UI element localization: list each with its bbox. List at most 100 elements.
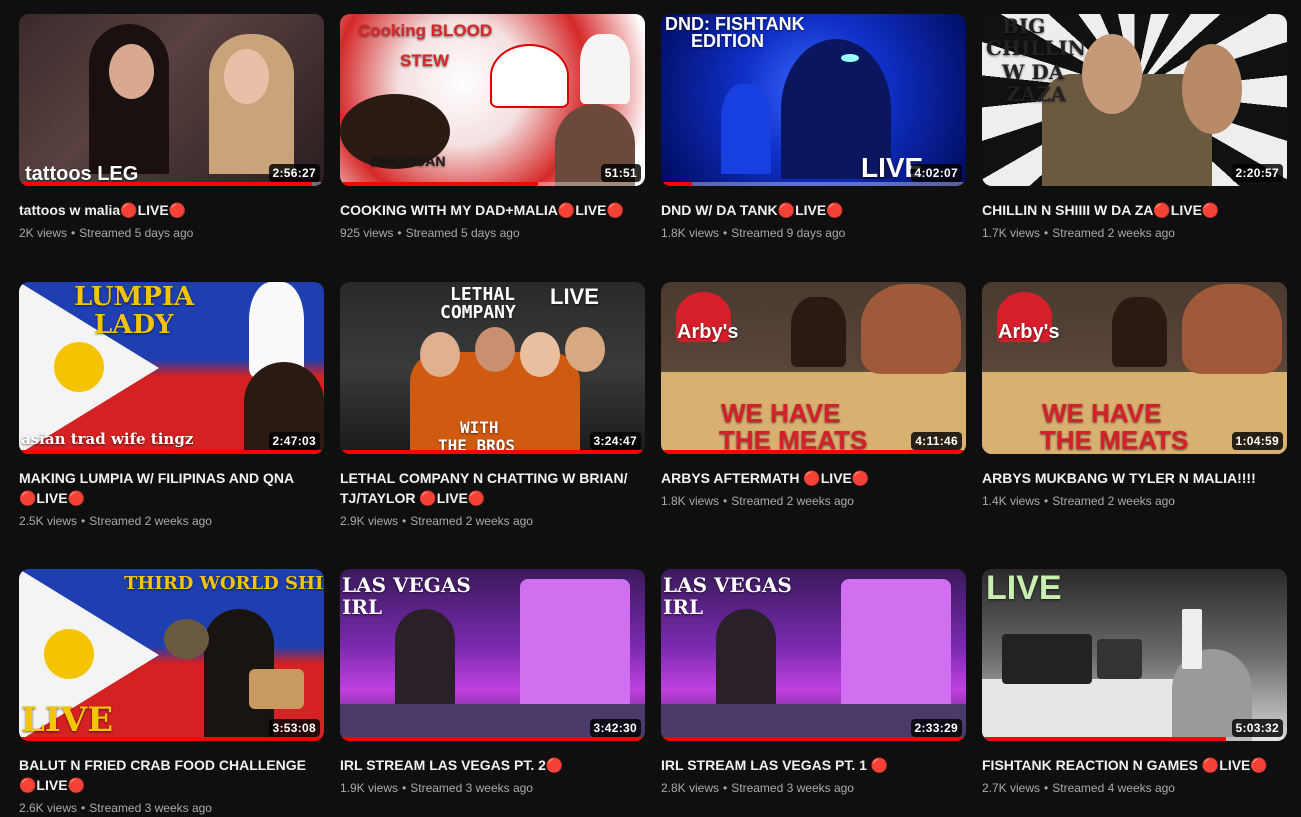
view-count: 2.6K views bbox=[19, 801, 78, 815]
duration-badge: 4:02:07 bbox=[910, 164, 962, 182]
thumbnail-shape bbox=[841, 54, 859, 62]
video-thumbnail[interactable]: Cooking BLOOD STEW DINUGUAN 51:51 bbox=[340, 14, 645, 186]
duration-badge: 51:51 bbox=[600, 164, 641, 182]
video-title[interactable]: BALUT N FRIED CRAB FOOD CHALLENGE 🔴LIVE🔴 bbox=[19, 755, 324, 795]
streamed-date: Streamed 3 weeks ago bbox=[731, 781, 854, 795]
video-title[interactable]: LETHAL COMPANY N CHATTING W BRIAN/ TJ/TA… bbox=[340, 468, 645, 508]
metadata-separator: • bbox=[81, 514, 86, 528]
video-metadata: 1.4K views • Streamed 2 weeks ago bbox=[982, 492, 1287, 510]
metadata-separator: • bbox=[723, 781, 728, 795]
thumbnail-overlay-text: Cooking BLOOD bbox=[358, 21, 493, 40]
thumbnail-image: THIRD WORLD SHI LIVE bbox=[19, 569, 324, 741]
watch-progress-bar bbox=[661, 737, 966, 741]
video-title[interactable]: ARBYS AFTERMATH 🔴LIVE🔴 bbox=[661, 468, 966, 488]
watch-progress-bar bbox=[340, 182, 645, 186]
video-thumbnail[interactable]: Arby's WE HAVE THE MEATS 4:11:46 bbox=[661, 282, 966, 454]
watch-progress-bar bbox=[19, 182, 324, 186]
thumbnail-overlay-text: CHILLIN bbox=[986, 36, 1086, 60]
duration-badge: 5:03:32 bbox=[1231, 719, 1283, 737]
view-count: 1.8K views bbox=[661, 226, 720, 240]
video-title[interactable]: DND W/ DA TANK🔴LIVE🔴 bbox=[661, 200, 966, 220]
thumbnail-shape bbox=[861, 284, 961, 374]
video-title[interactable]: MAKING LUMPIA W/ FILIPINAS AND QNA 🔴LIVE… bbox=[19, 468, 324, 508]
duration-badge: 4:11:46 bbox=[911, 432, 962, 450]
video-thumbnail[interactable]: LAS VEGAS IRL 3:42:30 bbox=[340, 569, 645, 741]
video-title[interactable]: CHILLIN N SHIIII W DA ZA🔴LIVE🔴 bbox=[982, 200, 1287, 220]
thumbnail-shape bbox=[224, 49, 269, 104]
watch-progress-fill bbox=[340, 182, 539, 186]
thumbnail-overlay-text: ZAZA bbox=[1006, 82, 1067, 106]
video-card[interactable]: Cooking BLOOD STEW DINUGUAN 51:51 COOKING WI… bbox=[340, 14, 645, 242]
video-thumbnail[interactable]: tattoos LEG 2:56:27 bbox=[19, 14, 324, 186]
thumbnail-shape bbox=[1097, 639, 1142, 679]
video-card[interactable]: LAS VEGAS IRL 2:33:29 IRL STREAM LAS VEGAS … bbox=[661, 569, 966, 797]
video-card[interactable]: LAS VEGAS IRL 3:42:30 IRL STREAM LAS VEGAS … bbox=[340, 569, 645, 797]
duration-badge: 1:04:59 bbox=[1231, 432, 1283, 450]
video-thumbnail[interactable]: LETHAL COMPANY LIVE WITH THE BROS 3:24:47 bbox=[340, 282, 645, 454]
thumbnail-overlay-text: WE HAVE bbox=[1042, 398, 1162, 428]
metadata-separator: • bbox=[402, 781, 407, 795]
thumbnail-shape bbox=[44, 629, 94, 679]
video-thumbnail[interactable]: LIVE 5:03:32 bbox=[982, 569, 1287, 741]
video-thumbnail[interactable]: BIG CHILLIN W DA ZAZA 2:20:57 bbox=[982, 14, 1287, 186]
streamed-date: Streamed 2 weeks ago bbox=[89, 514, 212, 528]
thumbnail-shape bbox=[565, 327, 605, 372]
video-card[interactable]: Arby's WE HAVE THE MEATS 1:04:59 ARBYS MUKBA… bbox=[982, 282, 1287, 510]
watch-progress-bar bbox=[19, 450, 324, 454]
thumbnail-overlay-text: tattoos LEG bbox=[25, 163, 139, 185]
thumbnail-shape bbox=[1112, 297, 1167, 367]
video-card[interactable]: THIRD WORLD SHI LIVE 3:53:08 BALUT N FRIED … bbox=[19, 569, 324, 817]
thumbnail-shape bbox=[580, 34, 630, 104]
duration-badge: 2:47:03 bbox=[268, 432, 320, 450]
video-thumbnail[interactable]: LAS VEGAS IRL 2:33:29 bbox=[661, 569, 966, 741]
thumbnail-shape bbox=[721, 84, 771, 174]
streamed-date: Streamed 5 days ago bbox=[405, 226, 520, 240]
video-thumbnail[interactable]: Arby's WE HAVE THE MEATS 1:04:59 bbox=[982, 282, 1287, 454]
view-count: 1.7K views bbox=[982, 226, 1041, 240]
thumbnail-image: LIVE bbox=[982, 569, 1287, 741]
video-card[interactable]: tattoos LEG 2:56:27 tattoos w malia🔴LIVE🔴 2… bbox=[19, 14, 324, 242]
watch-progress-fill bbox=[661, 182, 692, 186]
thumbnail-image: Arby's WE HAVE THE MEATS bbox=[982, 282, 1287, 454]
video-card[interactable]: LIVE 5:03:32 FISHTANK REACTION N GAMES 🔴LI… bbox=[982, 569, 1287, 797]
video-card[interactable]: LETHAL COMPANY LIVE WITH THE BROS 3:24:47 LETH… bbox=[340, 282, 645, 530]
video-metadata: 1.9K views • Streamed 3 weeks ago bbox=[340, 779, 645, 797]
watch-progress-fill bbox=[19, 450, 321, 454]
thumbnail-overlay-text: EDITION bbox=[691, 31, 765, 51]
view-count: 1.8K views bbox=[661, 494, 720, 508]
watch-progress-bar bbox=[661, 450, 966, 454]
video-title[interactable]: FISHTANK REACTION N GAMES 🔴LIVE🔴 bbox=[982, 755, 1287, 775]
thumbnail-shape bbox=[164, 619, 209, 659]
view-count: 2K views bbox=[19, 226, 68, 240]
thumbnail-image: LUMPIA LADY asian trad wife tingz bbox=[19, 282, 324, 454]
video-title[interactable]: IRL STREAM LAS VEGAS PT. 2🔴 bbox=[340, 755, 645, 775]
streamed-date: Streamed 5 days ago bbox=[79, 226, 194, 240]
thumbnail-shape bbox=[520, 332, 560, 377]
video-card[interactable]: BIG CHILLIN W DA ZAZA 2:20:57 CHILLIN N SHIII… bbox=[982, 14, 1287, 242]
video-title[interactable]: COOKING WITH MY DAD+MALIA🔴LIVE🔴 bbox=[340, 200, 645, 220]
streamed-date: Streamed 2 weeks ago bbox=[1052, 226, 1175, 240]
view-count: 2.9K views bbox=[340, 514, 399, 528]
video-card[interactable]: Arby's WE HAVE THE MEATS 4:11:46 ARBYS AFTER… bbox=[661, 282, 966, 510]
thumbnail-overlay-text: THE MEATS bbox=[1040, 425, 1189, 454]
watch-progress-bar bbox=[340, 450, 645, 454]
thumbnail-overlay-text: LAS VEGAS bbox=[663, 573, 792, 597]
video-thumbnail[interactable]: LUMPIA LADY asian trad wife tingz 2:47:03 bbox=[19, 282, 324, 454]
watch-progress-fill bbox=[982, 737, 1226, 741]
video-title[interactable]: IRL STREAM LAS VEGAS PT. 1 🔴 bbox=[661, 755, 966, 775]
thumbnail-overlay-text: THIRD WORLD SHI bbox=[124, 573, 324, 594]
metadata-separator: • bbox=[723, 226, 728, 240]
thumbnail-overlay-text: LUMPIA bbox=[74, 282, 195, 312]
video-thumbnail[interactable]: DND: FISHTANK EDITION LIVE 4:02:07 bbox=[661, 14, 966, 186]
video-thumbnail[interactable]: THIRD WORLD SHI LIVE 3:53:08 bbox=[19, 569, 324, 741]
streamed-date: Streamed 2 weeks ago bbox=[410, 514, 533, 528]
watch-progress-fill bbox=[661, 450, 963, 454]
video-card[interactable]: DND: FISHTANK EDITION LIVE 4:02:07 DND W/ DA… bbox=[661, 14, 966, 242]
watch-progress-bar bbox=[340, 737, 645, 741]
video-title[interactable]: tattoos w malia🔴LIVE🔴 bbox=[19, 200, 324, 220]
video-title[interactable]: ARBYS MUKBANG W TYLER N MALIA!!!! bbox=[982, 468, 1287, 488]
video-card[interactable]: LUMPIA LADY asian trad wife tingz 2:47:03 MA… bbox=[19, 282, 324, 530]
metadata-separator: • bbox=[1044, 226, 1049, 240]
duration-badge: 2:20:57 bbox=[1231, 164, 1283, 182]
video-metadata: 1.8K views • Streamed 2 weeks ago bbox=[661, 492, 966, 510]
